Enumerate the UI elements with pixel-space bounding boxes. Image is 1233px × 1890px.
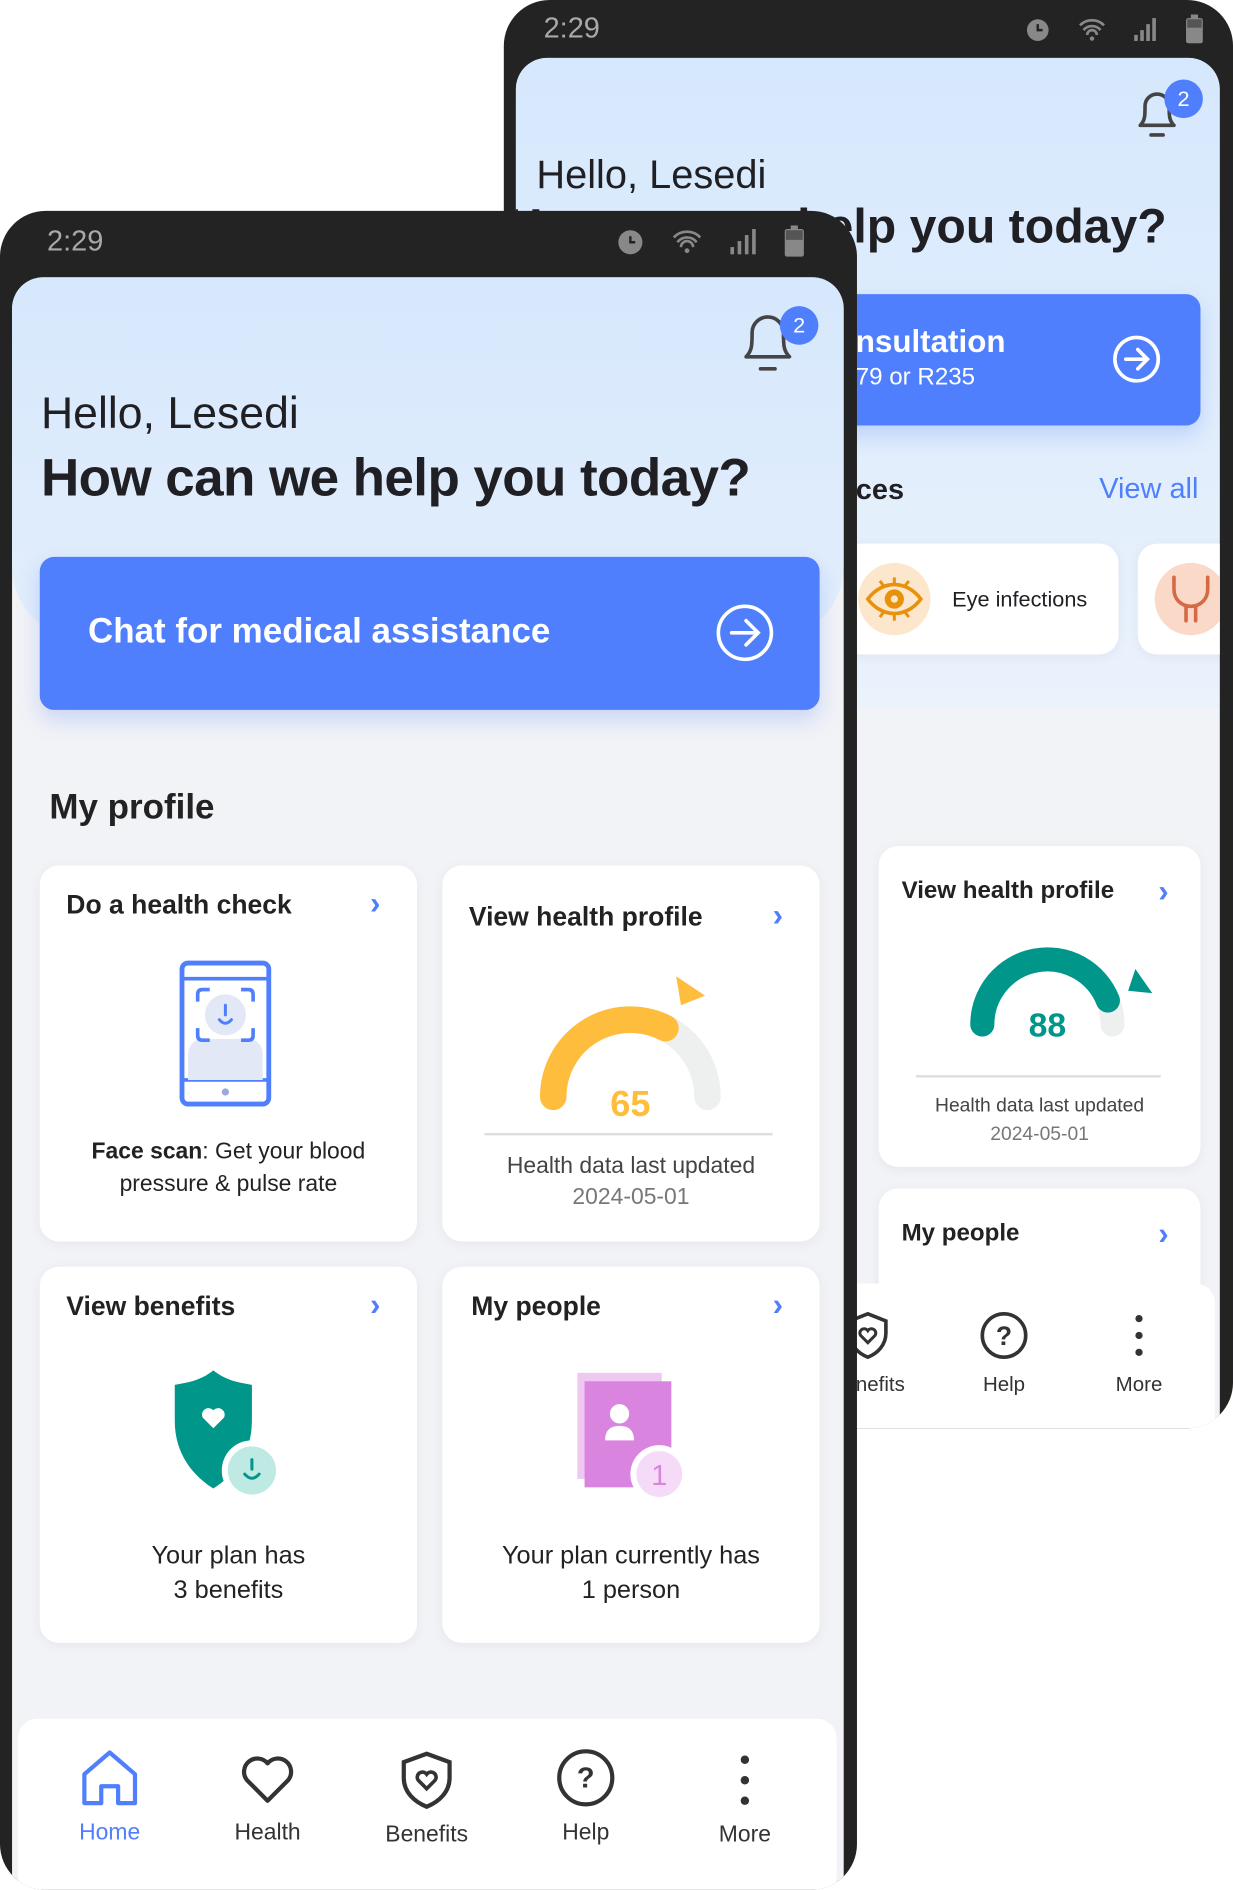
nav-more[interactable]: More <box>1079 1310 1200 1397</box>
face-scan-phone-icon <box>179 960 272 1107</box>
card-title: View benefits <box>66 1290 236 1322</box>
headline: How can we help you today? <box>40 448 751 508</box>
nav-label: Home <box>79 1820 141 1846</box>
battery-icon <box>1186 14 1203 44</box>
updated-label: Health data last updated <box>506 1153 756 1179</box>
health-profile-card[interactable]: View health profile › 65 Health data las… <box>442 865 820 1242</box>
condition-card-eye[interactable]: Eye infections <box>841 543 1119 655</box>
shield-heart-icon <box>401 1751 452 1810</box>
wifi-icon <box>672 230 702 254</box>
benefits-card[interactable]: View benefits › Your plan has 3 benefits <box>39 1266 418 1643</box>
health-check-card[interactable]: Do a health check › Face scan: Get your … <box>39 865 418 1242</box>
nav-help[interactable]: ? Help <box>526 1748 647 1847</box>
consultation-title: nsultation <box>855 323 1006 360</box>
status-time: 2:29 <box>543 12 600 45</box>
arrow-right-circle-icon <box>1113 335 1161 383</box>
svg-text:?: ? <box>577 1762 595 1794</box>
chevron-right-icon: › <box>772 896 784 933</box>
chevron-right-icon: › <box>370 884 381 921</box>
alarm-icon <box>1026 19 1049 41</box>
status-icons <box>616 225 804 257</box>
section-title: My profile <box>49 788 215 827</box>
section-title: ces <box>855 473 905 507</box>
nav-label: Help <box>982 1372 1026 1396</box>
shield-heart-benefits-icon <box>174 1370 283 1501</box>
battery-icon <box>784 225 804 257</box>
chevron-right-icon: › <box>772 1286 784 1323</box>
nav-label: Health <box>234 1820 301 1846</box>
updated-date: 2024-05-01 <box>572 1184 690 1211</box>
condition-label: Eye infections <box>952 586 1088 612</box>
help-icon: ? <box>557 1749 615 1807</box>
nav-more[interactable]: More <box>685 1750 806 1849</box>
health-score-gauge: 88 <box>970 947 1153 1045</box>
heart-icon <box>241 1756 294 1803</box>
signal-icon <box>1134 18 1156 41</box>
health-profile-card[interactable]: View health profile › 88 Health data las… <box>878 846 1201 1167</box>
alarm-icon <box>618 230 643 255</box>
greeting: Hello, Lesedi <box>536 151 767 197</box>
updated-date: 2024-05-01 <box>990 1124 1089 1146</box>
card-title: My people <box>471 1290 601 1322</box>
people-line2: 1 person <box>581 1576 681 1605</box>
people-count: 1 <box>651 1460 667 1492</box>
benefits-line2: 3 benefits <box>173 1576 284 1605</box>
nav-label: Benefits <box>385 1822 469 1848</box>
status-time: 2:29 <box>47 225 104 258</box>
health-score: 88 <box>1029 1007 1067 1045</box>
card-title: View health profile <box>468 901 703 932</box>
people-line1: Your plan currently has <box>501 1541 760 1570</box>
chevron-right-icon: › <box>370 1286 381 1323</box>
nav-label: More <box>1115 1372 1163 1396</box>
chat-button[interactable]: Chat for medical assistance <box>39 556 820 710</box>
health-score: 65 <box>610 1083 650 1124</box>
signal-icon <box>730 229 756 255</box>
eye-icon <box>865 577 924 621</box>
chevron-right-icon: › <box>1158 1214 1169 1252</box>
consultation-price: 79 or R235 <box>855 364 976 391</box>
view-all-link[interactable]: View all <box>1099 472 1198 506</box>
front-phone: 2:29 2 Hello, Lesedi How can we help you… <box>0 210 857 1890</box>
bottom-nav: Home Health Benefits ? Help More <box>18 1718 837 1890</box>
wifi-icon <box>1079 18 1106 41</box>
nav-label: More <box>718 1822 771 1848</box>
card-title: Do a health check <box>66 889 292 920</box>
updated-label: Health data last updated <box>935 1095 1145 1117</box>
help-icon: ? <box>980 1311 1028 1359</box>
health-score-gauge: 65 <box>539 976 721 1124</box>
status-icons <box>1025 14 1203 44</box>
face-scan-label: Face scan <box>91 1139 203 1165</box>
front-screen: 2 Hello, Lesedi How can we help you toda… <box>12 277 844 1890</box>
card-title: View health profile <box>901 877 1115 904</box>
nav-health[interactable]: Health <box>207 1748 328 1847</box>
notification-badge: 2 <box>1164 79 1203 119</box>
chevron-right-icon: › <box>1158 872 1169 909</box>
nav-help[interactable]: ? Help <box>944 1310 1065 1397</box>
more-vertical-icon <box>1135 1314 1143 1356</box>
nav-home[interactable]: Home <box>49 1748 170 1847</box>
people-card-icon: 1 <box>577 1372 689 1504</box>
my-people-card[interactable]: My people › 1 Your plan currently has 1 … <box>442 1266 820 1643</box>
greeting: Hello, Lesedi <box>40 388 299 438</box>
benefits-line1: Your plan has <box>151 1541 306 1570</box>
condition-card-bladder[interactable] <box>1137 543 1220 655</box>
card-title: My people <box>901 1219 1020 1247</box>
chat-button-label: Chat for medical assistance <box>87 612 551 651</box>
arrow-right-circle-icon <box>716 604 774 662</box>
bladder-icon <box>1172 575 1210 623</box>
nav-benefits[interactable]: Benefits <box>366 1750 487 1849</box>
home-icon <box>82 1750 138 1806</box>
svg-text:?: ? <box>996 1321 1012 1351</box>
notification-badge: 2 <box>779 306 819 345</box>
card-description: Face scan: Get your blood pressure & pul… <box>40 1135 417 1200</box>
more-vertical-icon <box>740 1755 750 1805</box>
nav-label: Help <box>562 1820 610 1846</box>
